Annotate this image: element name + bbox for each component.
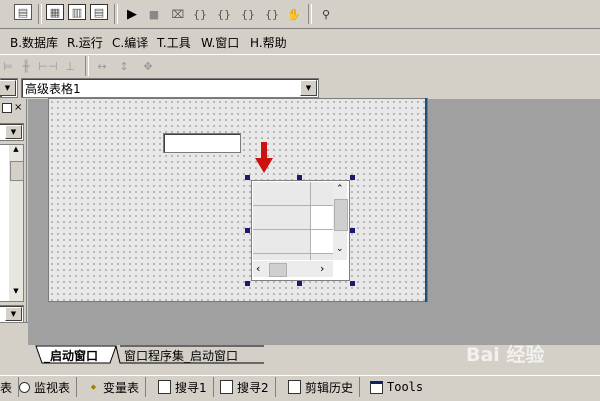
tab-startup-window[interactable]: _启动窗口 [44, 347, 98, 364]
properties-icon[interactable]: ▤ [14, 4, 32, 20]
selection-handle-tr[interactable] [350, 175, 355, 180]
run-icon[interactable]: ▶ [122, 4, 142, 24]
step-into-icon[interactable]: {} [190, 4, 210, 24]
toolbar-separator [114, 4, 118, 24]
table-cell-white [311, 230, 333, 253]
left-panel-selector[interactable]: ▼ [0, 78, 18, 98]
selection-handle-tl[interactable] [245, 175, 250, 180]
window-icon [370, 380, 383, 394]
status-tab-watch[interactable]: 监视表 [13, 377, 78, 397]
event-combo[interactable]: ▼ [0, 305, 24, 323]
step-over-icon[interactable]: {} [214, 4, 234, 24]
status-tab-label: 变量表 [103, 380, 140, 395]
edit-box-control[interactable] [163, 133, 241, 153]
find-icon [220, 380, 233, 394]
alignment-toolbar: ⊨ ╫ ⊢⊣ ⊥ ↔ ↕ ✥ [0, 54, 600, 78]
run-to-cursor-icon[interactable]: {} [262, 4, 282, 24]
step-out-icon[interactable]: {} [238, 4, 258, 24]
stop-icon[interactable]: ■ [144, 4, 164, 24]
property-list-scrollbar[interactable]: ▲ ▼ [9, 145, 24, 301]
debug-icon-1[interactable]: ⌧ [168, 4, 188, 24]
table-cell-white [311, 206, 333, 229]
scroll-thumb[interactable] [269, 263, 287, 277]
same-height-icon[interactable]: ↕ [114, 56, 134, 76]
status-tab-find2[interactable]: 搜寻2 [214, 377, 276, 397]
property-combo[interactable]: ▼ [0, 123, 24, 141]
tab-window-assembly[interactable]: 窗口程序集_启动窗口 [124, 347, 238, 364]
scroll-up-icon[interactable]: ⌃ [336, 184, 344, 194]
component-selector-value: 高级表格1 [25, 82, 81, 96]
align-center-icon[interactable]: ╫ [16, 56, 36, 76]
property-list[interactable]: ▲ ▼ [0, 144, 24, 302]
canvas-right-border [425, 98, 427, 302]
scroll-thumb[interactable] [10, 161, 24, 181]
scroll-down-icon[interactable]: ⌄ [336, 244, 344, 254]
status-tab-label: Tools [387, 380, 424, 394]
advanced-table-control[interactable]: ⌃ ⌄ ‹ › [251, 180, 350, 281]
status-tab-tools[interactable]: Tools [364, 377, 429, 397]
status-tab-label: 搜寻2 [237, 380, 269, 395]
scroll-right-icon[interactable]: › [320, 262, 324, 275]
main-toolbar: ▤ ▦ ▥ ▤ ▶ ■ ⌧ {} {} {} {} ✋ ⚲ [0, 0, 600, 29]
variables-icon: ◆ [90, 383, 97, 391]
chevron-down-icon[interactable]: ▼ [5, 125, 22, 139]
menu-compile[interactable]: C.编译 [112, 34, 148, 51]
red-pointer-arrow [255, 142, 273, 173]
clip-icon [288, 380, 301, 394]
scroll-thumb[interactable] [334, 199, 348, 231]
chevron-down-icon[interactable]: ▼ [0, 80, 16, 96]
menu-tools[interactable]: T.工具 [157, 34, 191, 51]
menu-window[interactable]: W.窗口 [201, 34, 239, 51]
table-horizontal-scrollbar[interactable]: ‹ › [253, 261, 333, 277]
selection-handle-bl[interactable] [245, 281, 250, 286]
status-tab-variables[interactable]: ◆ 变量表 [82, 377, 147, 397]
table-vertical-scrollbar[interactable]: ⌃ ⌄ [333, 182, 348, 260]
menu-run[interactable]: R.运行 [67, 34, 103, 51]
search-icon [19, 381, 30, 393]
status-tab-label: 表 [0, 380, 13, 395]
space-horizontal-icon[interactable]: ⊢⊣ [38, 56, 58, 76]
component-selector[interactable]: 高级表格1 ▼ [21, 78, 319, 98]
table-row-line [253, 253, 333, 254]
status-tab-clip-history[interactable]: 剪辑历史 [282, 377, 361, 397]
find-binoculars-icon[interactable]: ⚲ [316, 4, 336, 24]
scroll-left-icon[interactable]: ‹ [256, 262, 260, 275]
left-lower-panel [0, 322, 28, 368]
toolbar-separator [85, 56, 89, 76]
selection-handle-tc[interactable] [297, 175, 302, 180]
status-tab-label: 搜寻1 [175, 380, 207, 395]
scroll-up-icon[interactable]: ▲ [9, 145, 23, 159]
layout-icon-3[interactable]: ▤ [90, 4, 108, 20]
same-size-icon[interactable]: ✥ [138, 56, 158, 76]
toolbar-separator [38, 4, 42, 24]
menu-database[interactable]: B.数据库 [10, 34, 58, 51]
status-tab-label: 监视表 [34, 380, 71, 395]
hand-icon[interactable]: ✋ [284, 4, 304, 24]
watermark-logo: Bai 经验 [466, 344, 545, 366]
chevron-down-icon[interactable]: ▼ [5, 307, 22, 321]
scroll-down-icon[interactable]: ▼ [9, 287, 23, 301]
selection-handle-mr[interactable] [350, 228, 355, 233]
selection-handle-bc[interactable] [297, 281, 302, 286]
layout-icon-2[interactable]: ▥ [68, 4, 86, 20]
find-icon [158, 380, 171, 394]
layout-icon-1[interactable]: ▦ [46, 4, 64, 20]
same-width-icon[interactable]: ↔ [92, 56, 112, 76]
panel-pin-icon[interactable] [2, 103, 12, 113]
selection-handle-ml[interactable] [245, 228, 250, 233]
status-tab-label: 剪辑历史 [305, 380, 354, 395]
status-tab-find1[interactable]: 搜寻1 [152, 377, 214, 397]
space-vertical-icon[interactable]: ⊥ [60, 56, 80, 76]
chevron-down-icon[interactable]: ▼ [300, 80, 317, 96]
menu-help[interactable]: H.帮助 [250, 34, 287, 51]
form-canvas[interactable] [48, 98, 428, 302]
panel-close-icon[interactable]: × [14, 102, 22, 113]
selection-handle-br[interactable] [350, 281, 355, 286]
toolbar-separator [308, 4, 312, 24]
